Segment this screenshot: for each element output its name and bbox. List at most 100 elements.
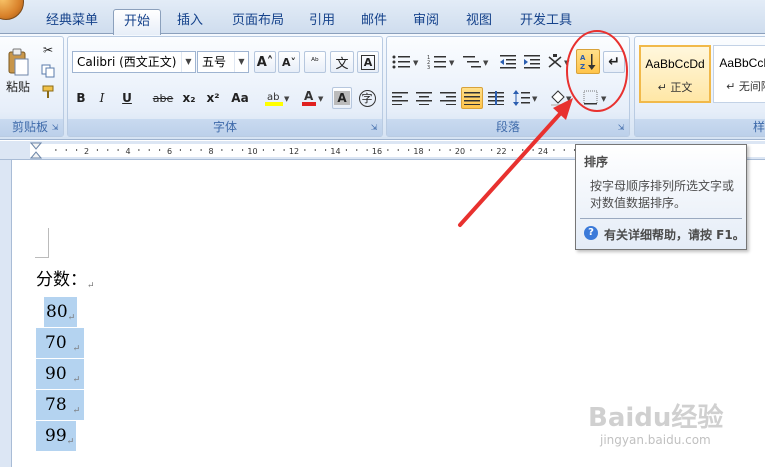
score-line[interactable]: 90 ↵ [36,359,85,389]
justify-button[interactable] [461,87,483,109]
tooltip-title: 排序 [584,155,609,169]
score-line[interactable]: 80↵ [44,297,78,327]
copy-icon [41,64,55,78]
style-normal[interactable]: AaBbCcDd ↵ 正文 [639,45,711,103]
watermark-url: jingyan.baidu.com [600,433,711,447]
ruler-tick [242,149,244,151]
align-center-button[interactable] [413,87,435,109]
paste-button[interactable]: 粘贴 [3,41,33,101]
svg-text:Z: Z [580,63,585,71]
tab-classic-menu[interactable]: 经典菜单 [34,9,110,34]
align-left-icon [392,92,408,105]
numbering-icon: 123▼ [427,55,455,70]
bold-button[interactable]: B [72,87,90,109]
line-spacing-button[interactable]: ▼ [511,87,541,109]
clipboard-dialog-launcher[interactable]: ⇲ [50,123,60,133]
ruler-tick [159,149,161,151]
style-no-spacing[interactable]: AaBbCcDd ↵ 无间隔 [713,45,765,103]
font-color-button[interactable]: A ▼ [298,87,328,109]
svg-text:A: A [304,89,314,103]
ruler-number: 14 [330,147,340,156]
paste-label: 粘贴 [5,79,30,94]
svg-text:▼: ▼ [449,59,455,67]
asian-layout-button[interactable]: ▼ [545,51,573,73]
shading-button[interactable]: ▼ [547,87,575,109]
cut-button[interactable]: ✂ [39,41,57,59]
phonetic-guide-button[interactable]: 文 [330,51,354,73]
bullets-button[interactable]: ▼ [389,51,423,73]
tab-home[interactable]: 开始 [113,9,161,35]
ruler-tick [221,149,223,151]
format-painter-icon [42,85,54,98]
tab-insert[interactable]: 插入 [166,9,214,34]
decrease-indent-button[interactable] [497,51,519,73]
show-paragraph-marks-button[interactable]: ↵ [603,51,625,73]
svg-text:▼: ▼ [413,59,419,67]
ruler-tick [522,149,524,151]
italic-button[interactable]: I [93,87,111,109]
score-line[interactable]: 99↵ [36,421,77,451]
ruler-tick [563,149,565,151]
ruler-tick [325,149,327,151]
line-spacing-icon: ▼ [513,90,538,106]
score-heading: 分数：↵ [36,265,95,291]
office-button[interactable] [0,0,24,20]
scissors-icon: ✂ [42,43,54,57]
clear-format-button[interactable]: ᴬᵇ [304,51,326,73]
paint-bucket-icon: ▼ [551,90,572,106]
superscript-button[interactable]: x² [202,87,224,109]
distributed-button[interactable] [485,87,507,109]
character-border-button[interactable]: A [357,51,379,73]
tab-mailings[interactable]: 邮件 [350,9,398,34]
shrink-font-button[interactable]: A˅ [278,51,300,73]
font-name-value: Calibri (西文正文) [77,55,177,69]
phonetic-guide-icon: 文 [335,56,349,72]
ruler-tick [138,149,140,151]
tab-page-layout[interactable]: 页面布局 [220,9,296,34]
strikethrough-button[interactable]: abe [150,87,176,109]
tab-references[interactable]: 引用 [298,9,346,34]
numbering-button[interactable]: 1 2 3 ▼ [425,51,459,73]
character-shading-button[interactable]: A [332,87,352,109]
change-case-button[interactable]: Aa [226,87,254,109]
styles-group: AaBbCcDd ↵ 正文 AaBbCcDd ↵ 无间隔 样 [634,36,765,137]
font-name-combo[interactable]: Calibri (西文正文) ▼ [72,51,196,73]
ruler-tick [511,149,513,151]
copy-button[interactable] [39,62,57,80]
style-name: ↵ 正文 [657,81,693,94]
align-left-button[interactable] [389,87,411,109]
svg-text:▼: ▼ [532,95,538,103]
score-line[interactable]: 70 ↵ [36,328,85,358]
align-right-button[interactable] [437,87,459,109]
underline-button[interactable]: U [114,87,140,109]
ruler-tick [200,149,202,151]
enclose-characters-button[interactable]: 字 [356,87,378,109]
grow-font-button[interactable]: A˄ [254,51,276,73]
paragraph-mark-icon: ↵ [67,313,76,323]
clear-format-icon: ᴬᵇ [311,57,319,67]
first-line-indent-marker[interactable] [28,141,42,160]
subscript-button[interactable]: x₂ [178,87,200,109]
ruler-tick [283,149,285,151]
paragraph-mark-icon: ↵ [87,281,95,291]
svg-text:▼: ▼ [483,59,489,67]
tab-review[interactable]: 审阅 [402,9,450,34]
sort-button[interactable]: AZ [576,49,600,74]
score-line[interactable]: 78 ↵ [36,390,85,420]
increase-indent-button[interactable] [521,51,543,73]
multilevel-list-button[interactable]: ▼ [461,51,493,73]
font-dialog-launcher[interactable]: ⇲ [369,123,379,133]
shrink-font-icon: A˅ [281,55,296,69]
style-name: ↵ 无间隔 [726,80,765,93]
highlight-button[interactable]: ab ▼ [260,87,294,109]
format-painter-button[interactable] [39,83,57,101]
borders-button[interactable]: ▼ [581,87,611,109]
tab-view[interactable]: 视图 [455,9,503,34]
character-shading-icon: A [334,91,350,105]
enclose-characters-icon: 字 [358,89,376,107]
paragraph-dialog-launcher[interactable]: ⇲ [616,123,626,133]
ruler-tick [480,149,482,151]
tab-developer[interactable]: 开发工具 [508,9,584,34]
ruler-tick [148,149,150,151]
font-size-combo[interactable]: 五号 ▼ [197,51,249,73]
